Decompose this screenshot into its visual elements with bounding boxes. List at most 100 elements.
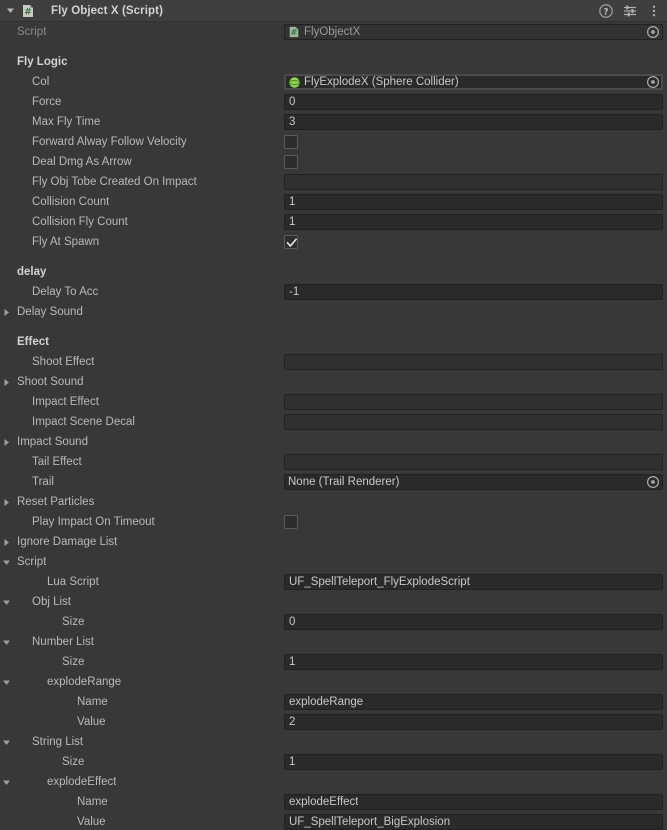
- deal-dmg-as-arrow-checkbox[interactable]: [284, 155, 298, 169]
- row-number-list[interactable]: Number List: [0, 632, 667, 652]
- explode-range-value-input[interactable]: 2: [284, 714, 663, 730]
- field-area: -1: [284, 284, 663, 300]
- fly-at-spawn-checkbox[interactable]: [284, 235, 298, 249]
- section-header-label: Fly Logic: [17, 56, 68, 68]
- obj-list-size-input[interactable]: 0: [284, 614, 663, 630]
- collision-fly-count-input[interactable]: 1: [284, 214, 663, 230]
- play-impact-on-timeout-checkbox[interactable]: [284, 515, 298, 529]
- lua-script-input[interactable]: UF_SpellTeleport_FlyExplodeScript: [284, 574, 663, 590]
- more-menu-icon[interactable]: [647, 4, 661, 18]
- row-script-reference: Script # FlyObjectX: [0, 22, 667, 42]
- help-icon[interactable]: ?: [599, 4, 613, 18]
- chevron-down-icon[interactable]: [0, 736, 13, 749]
- chevron-right-icon[interactable]: [0, 376, 13, 389]
- preset-icon[interactable]: [623, 4, 637, 18]
- script-object-field: # FlyObjectX: [284, 24, 663, 40]
- row-impact-sound[interactable]: Impact Sound: [0, 432, 667, 452]
- row-label: Reset Particles: [17, 496, 95, 508]
- row-label: Ignore Damage List: [17, 536, 118, 548]
- collision-fly-count-value: 1: [289, 216, 296, 228]
- row-fly-obj-tobe-created-on-impact: Fly Obj Tobe Created On Impact: [0, 172, 667, 192]
- row-label: Value: [77, 716, 106, 728]
- number-list-size-value: 1: [289, 656, 296, 668]
- section-header-label: Effect: [17, 336, 49, 348]
- row-string-list-size: Size 1: [0, 752, 667, 772]
- row-label: explodeEffect: [47, 776, 117, 788]
- chevron-right-icon[interactable]: [0, 306, 13, 319]
- row-ignore-damage-list[interactable]: Ignore Damage List: [0, 532, 667, 552]
- force-input[interactable]: 0: [284, 94, 663, 110]
- csharp-script-icon: #: [20, 3, 35, 18]
- explode-effect-value-input[interactable]: UF_SpellTeleport_BigExplosion: [284, 814, 663, 830]
- row-label: Delay Sound: [17, 306, 83, 318]
- chevron-down-icon[interactable]: [0, 556, 13, 569]
- collision-count-input[interactable]: 1: [284, 194, 663, 210]
- explode-range-value-value: 2: [289, 716, 296, 728]
- unity-inspector-panel: # Fly Object X (Script) ? Script # FlyOb…: [0, 0, 667, 830]
- chevron-down-icon[interactable]: [0, 636, 13, 649]
- object-picker-icon[interactable]: [646, 475, 660, 489]
- field-area: [284, 454, 663, 470]
- trail-object-field[interactable]: None (Trail Renderer): [284, 474, 663, 490]
- fly-obj-tobe-created-on-impact-object-field[interactable]: [284, 174, 663, 190]
- field-area: 1: [284, 654, 663, 670]
- max-fly-time-input[interactable]: 3: [284, 114, 663, 130]
- row-label: Max Fly Time: [32, 116, 101, 128]
- row-label: Deal Dmg As Arrow: [32, 156, 132, 168]
- row-shoot-sound[interactable]: Shoot Sound: [0, 372, 667, 392]
- row-label: Delay To Acc: [32, 286, 99, 298]
- field-area: FlyExplodeX (Sphere Collider): [284, 74, 663, 90]
- impact-scene-decal-object-field[interactable]: [284, 414, 663, 430]
- svg-text:?: ?: [604, 7, 609, 17]
- field-area: [284, 394, 663, 410]
- chevron-down-icon[interactable]: [0, 676, 13, 689]
- impact-effect-object-field[interactable]: [284, 394, 663, 410]
- sphere-collider-icon: [288, 76, 301, 89]
- col-object-field[interactable]: FlyExplodeX (Sphere Collider): [284, 74, 663, 90]
- field-area: 2: [284, 714, 663, 730]
- component-foldout-icon[interactable]: [4, 4, 17, 17]
- row-explode-range[interactable]: explodeRange: [0, 672, 667, 692]
- row-delay-sound[interactable]: Delay Sound: [0, 302, 667, 322]
- chevron-down-icon[interactable]: [0, 776, 13, 789]
- col-value: FlyExplodeX (Sphere Collider): [304, 76, 459, 88]
- lua-script-value: UF_SpellTeleport_FlyExplodeScript: [289, 576, 470, 588]
- explode-effect-name-input[interactable]: explodeEffect: [284, 794, 663, 810]
- row-label: Size: [62, 616, 85, 628]
- chevron-down-icon[interactable]: [0, 596, 13, 609]
- row-obj-list[interactable]: Obj List: [0, 592, 667, 612]
- row-string-list[interactable]: String List: [0, 732, 667, 752]
- row-delay-to-acc: Delay To Acc -1: [0, 282, 667, 302]
- row-label: Size: [62, 756, 85, 768]
- chevron-right-icon[interactable]: [0, 436, 13, 449]
- max-fly-time-value: 3: [289, 116, 296, 128]
- row-impact-scene-decal: Impact Scene Decal: [0, 412, 667, 432]
- tail-effect-object-field[interactable]: [284, 454, 663, 470]
- row-label: String List: [32, 736, 84, 748]
- row-label: Script: [17, 26, 47, 38]
- delay-to-acc-value: -1: [289, 286, 300, 298]
- row-explode-effect[interactable]: explodeEffect: [0, 772, 667, 792]
- string-list-size-input[interactable]: 1: [284, 754, 663, 770]
- row-label: Script: [17, 556, 47, 568]
- explode-range-name-input[interactable]: explodeRange: [284, 694, 663, 710]
- row-reset-particles[interactable]: Reset Particles: [0, 492, 667, 512]
- row-script[interactable]: Script: [0, 552, 667, 572]
- chevron-right-icon[interactable]: [0, 536, 13, 549]
- object-picker-icon[interactable]: [646, 75, 660, 89]
- component-header[interactable]: # Fly Object X (Script) ?: [0, 0, 667, 22]
- row-explode-effect-name: Name explodeEffect: [0, 792, 667, 812]
- number-list-size-input[interactable]: 1: [284, 654, 663, 670]
- forward-alway-follow-velocity-checkbox[interactable]: [284, 135, 298, 149]
- object-picker-icon[interactable]: [646, 25, 660, 39]
- field-area: [284, 174, 663, 190]
- row-label: Fly At Spawn: [32, 236, 100, 248]
- shoot-effect-object-field[interactable]: [284, 354, 663, 370]
- delay-to-acc-input[interactable]: -1: [284, 284, 663, 300]
- row-label: Collision Count: [32, 196, 110, 208]
- chevron-right-icon[interactable]: [0, 496, 13, 509]
- field-area: 0: [284, 94, 663, 110]
- row-label: Trail: [32, 476, 54, 488]
- string-list-size-value: 1: [289, 756, 296, 768]
